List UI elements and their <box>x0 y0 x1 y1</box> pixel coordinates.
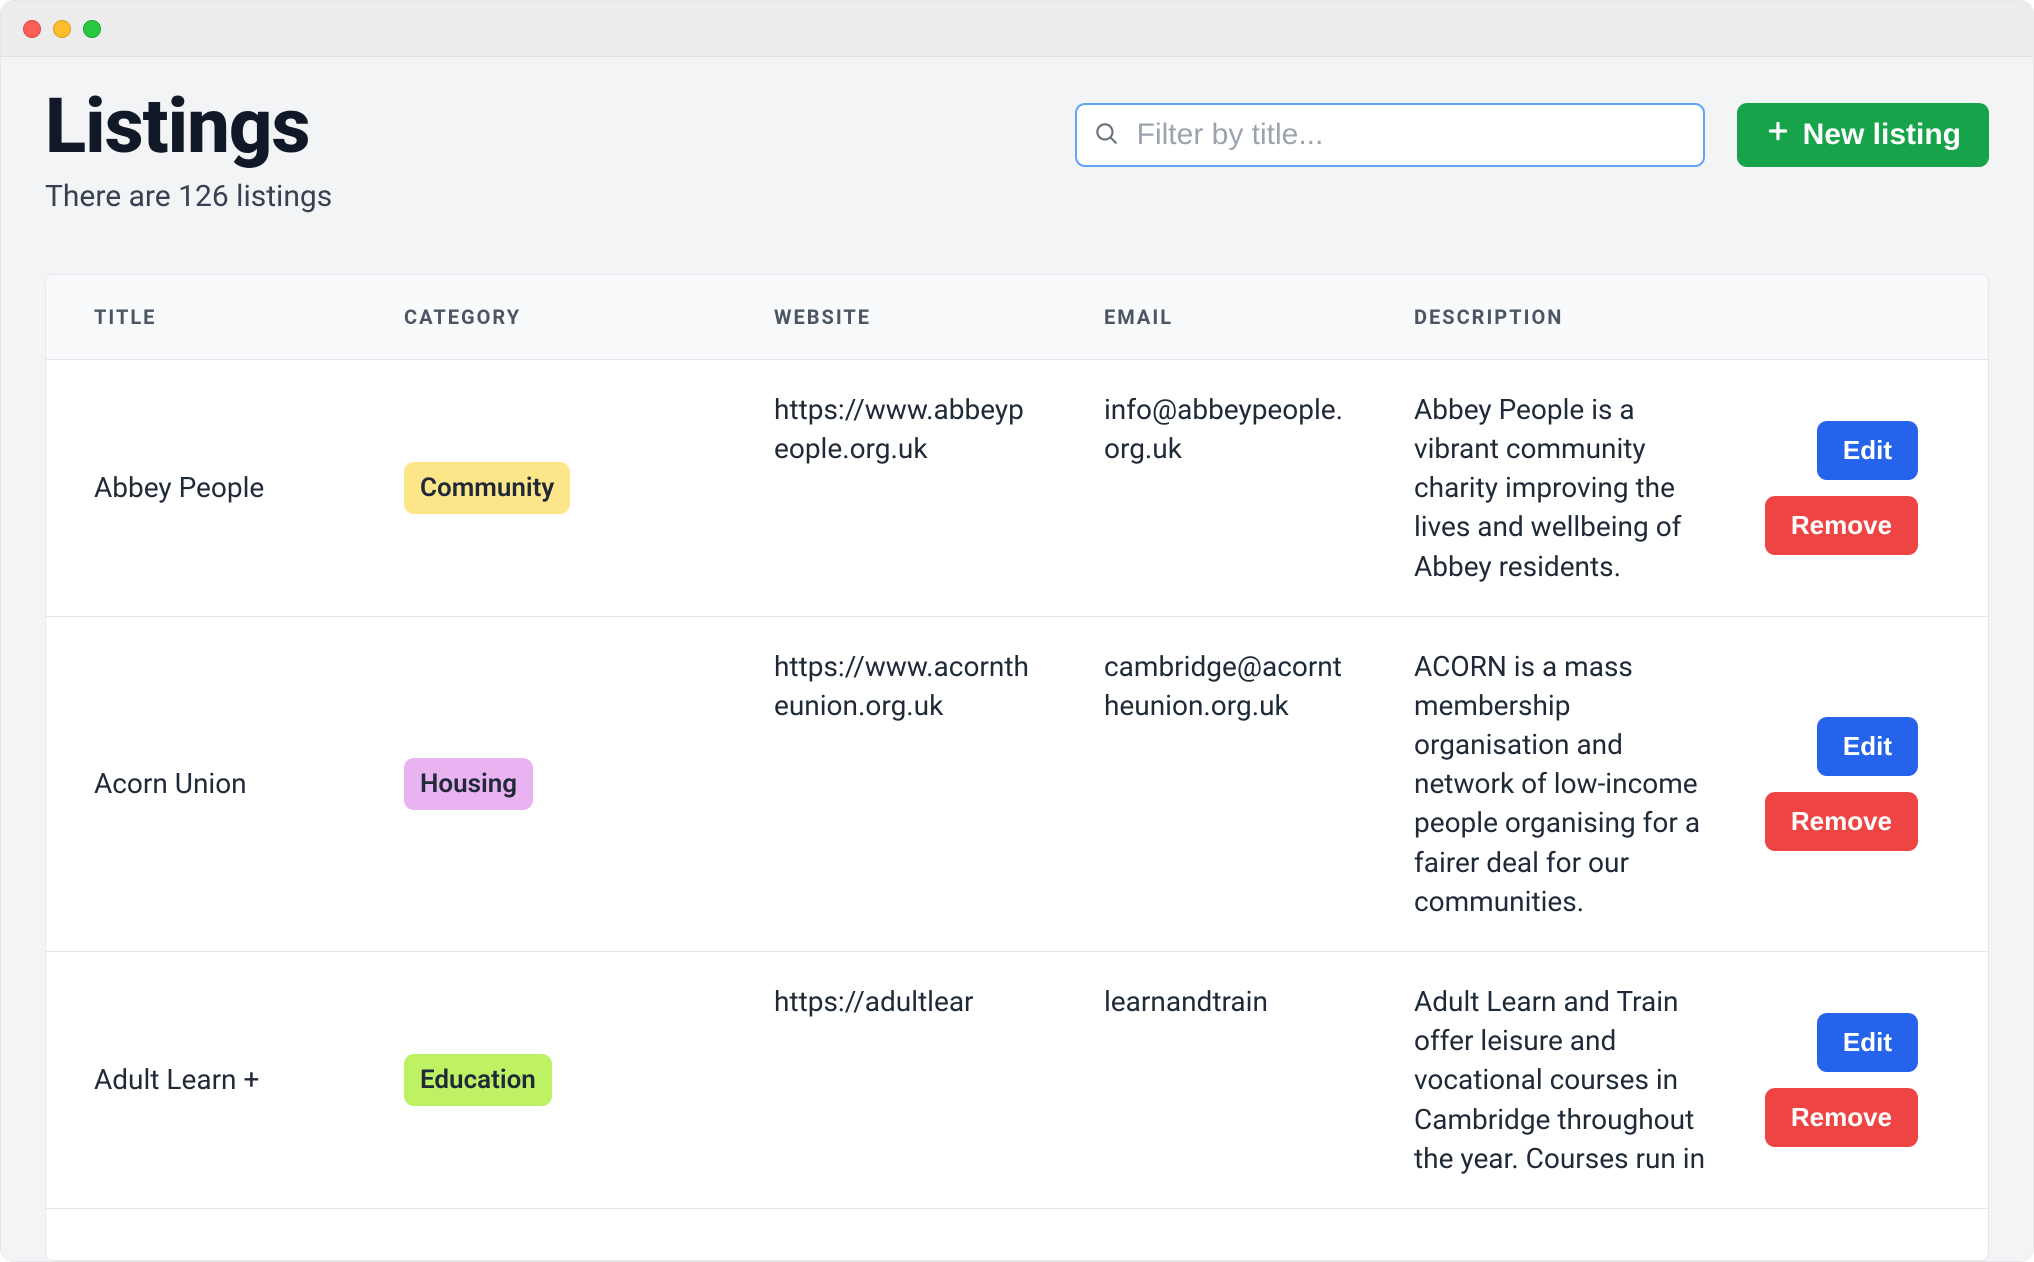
remove-button[interactable]: Remove <box>1765 1088 1918 1147</box>
search-icon <box>1093 120 1119 150</box>
cell-description: Abbey People is a vibrant community char… <box>1366 360 1736 616</box>
cell-category: Community <box>356 360 726 616</box>
header-actions: New listing <box>1075 103 1989 167</box>
table-header-row: TITLE CATEGORY WEBSITE EMAIL DESCRIPTION <box>46 275 1988 360</box>
cell-email: learnandtrain <box>1056 952 1366 1208</box>
col-header-title: TITLE <box>46 275 356 359</box>
category-badge: Housing <box>404 758 533 810</box>
col-header-description: DESCRIPTION <box>1366 275 1736 359</box>
remove-button[interactable]: Remove <box>1765 496 1918 555</box>
listings-table: TITLE CATEGORY WEBSITE EMAIL DESCRIPTION… <box>45 274 1989 1261</box>
window-close-button[interactable] <box>23 20 41 38</box>
search-input[interactable] <box>1075 103 1705 167</box>
cell-category: Education <box>356 952 726 1208</box>
new-listing-label: New listing <box>1803 118 1961 152</box>
search-field-wrap <box>1075 103 1705 167</box>
table-row: Adult Learn + Education https://adultlear… <box>46 952 1988 1209</box>
page-subtitle: There are 126 listings <box>45 179 332 214</box>
table-row: Acorn Union Housing https://www.acorntheun… <box>46 617 1988 952</box>
cell-email: cambridge@acorntheunion.org.uk <box>1056 617 1366 951</box>
category-badge: Education <box>404 1054 552 1106</box>
cell-description: ACORN is a mass membership organisation … <box>1366 617 1736 951</box>
app-window: Listings There are 126 listings New list… <box>0 0 2034 1262</box>
page-content: Listings There are 126 listings New list… <box>1 57 2033 1261</box>
page-heading-block: Listings There are 126 listings <box>45 87 332 214</box>
cell-title: Acorn Union <box>46 617 356 951</box>
window-minimize-button[interactable] <box>53 20 71 38</box>
table-row: Abbey People Community https://www.abbeype… <box>46 360 1988 617</box>
window-titlebar <box>1 1 2033 57</box>
cell-website: https://adultlear <box>726 952 1056 1208</box>
category-badge: Community <box>404 462 570 514</box>
edit-button[interactable]: Edit <box>1817 717 1918 776</box>
cell-title: Adult Learn + <box>46 952 356 1208</box>
remove-button[interactable]: Remove <box>1765 792 1918 851</box>
edit-button[interactable]: Edit <box>1817 421 1918 480</box>
edit-button[interactable]: Edit <box>1817 1013 1918 1072</box>
cell-actions: Edit Remove <box>1736 360 1966 616</box>
cell-description: Adult Learn and Train offer leisure and … <box>1366 952 1736 1208</box>
cell-actions: Edit Remove <box>1736 617 1966 951</box>
cell-title: Abbey People <box>46 360 356 616</box>
table-body: Abbey People Community https://www.abbeype… <box>46 360 1988 1209</box>
col-header-email: EMAIL <box>1056 275 1366 359</box>
col-header-website: WEBSITE <box>726 275 1056 359</box>
plus-icon <box>1765 118 1791 152</box>
col-header-actions <box>1736 275 1966 359</box>
col-header-category: CATEGORY <box>356 275 726 359</box>
window-maximize-button[interactable] <box>83 20 101 38</box>
page-title: Listings <box>45 87 332 167</box>
cell-actions: Edit Remove <box>1736 952 1966 1208</box>
cell-website: https://www.abbeypeople.org.uk <box>726 360 1056 616</box>
cell-category: Housing <box>356 617 726 951</box>
cell-website: https://www.acorntheunion.org.uk <box>726 617 1056 951</box>
cell-email: info@abbeypeople.org.uk <box>1056 360 1366 616</box>
page-header: Listings There are 126 listings New list… <box>45 87 1989 214</box>
new-listing-button[interactable]: New listing <box>1737 103 1989 167</box>
